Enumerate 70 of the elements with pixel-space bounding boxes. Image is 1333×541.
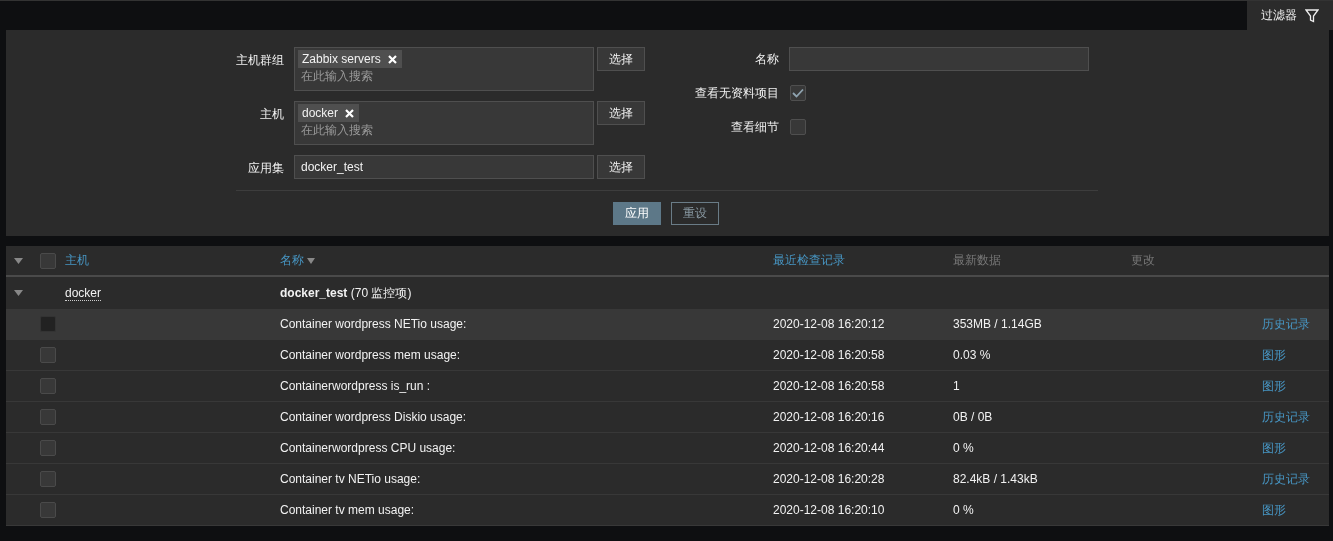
latest-value: 353MB / 1.14GB <box>953 317 1042 331</box>
multiselect-field[interactable]: Zabbix servers 在此输入搜索 <box>294 47 594 91</box>
filter-tab[interactable]: 过滤器 <box>1247 1 1333 30</box>
last-check-time: 2020-12-08 16:20:44 <box>773 441 885 455</box>
column-header: 最新数据 <box>953 252 1001 269</box>
latest-value: 0 % <box>953 503 974 517</box>
name-field[interactable] <box>789 47 1089 71</box>
latest-value: 1 <box>953 379 960 393</box>
field-label: 查看细节 <box>730 118 780 136</box>
field-label: 主机群组 <box>235 52 285 69</box>
column-header: 更改 <box>1131 252 1155 269</box>
item-name: Containerwordpress is_run : <box>280 379 431 393</box>
last-check-time: 2020-12-08 16:20:12 <box>773 317 885 331</box>
history-link[interactable]: 历史记录 <box>1262 470 1310 488</box>
select-button[interactable]: 选择 <box>597 155 645 179</box>
latest-value: 0B / 0B <box>953 410 993 424</box>
search-field[interactable]: 在此输入搜索 <box>298 122 590 138</box>
row-checkbox[interactable] <box>40 347 56 363</box>
history-link[interactable]: 图形 <box>1262 439 1286 457</box>
field-label: 主机 <box>259 106 285 123</box>
column-header[interactable]: 主机 <box>65 252 89 269</box>
search-field[interactable]: 在此输入搜索 <box>298 68 590 84</box>
host-link[interactable]: docker <box>65 285 102 301</box>
last-check-time: 2020-12-08 16:20:16 <box>773 410 885 424</box>
text-field[interactable]: docker_test <box>294 155 594 179</box>
select-button[interactable]: 选择 <box>597 47 645 71</box>
item-name: Container tv mem usage: <box>280 503 415 517</box>
history-link[interactable]: 历史记录 <box>1262 315 1310 333</box>
remove-icon[interactable] <box>345 108 355 118</box>
field-label: 名称 <box>754 50 780 68</box>
latest-value: 0 % <box>953 441 974 455</box>
application-title: docker_test (70 监控项) <box>280 284 412 302</box>
collapse-icon[interactable] <box>14 290 23 296</box>
history-link[interactable]: 图形 <box>1262 501 1286 519</box>
select-all-checkbox[interactable] <box>40 252 56 269</box>
last-check-time: 2020-12-08 16:20:58 <box>773 348 885 362</box>
latest-value: 0.03 % <box>953 348 991 362</box>
reset-button[interactable]: 重设 <box>671 202 719 225</box>
row-checkbox[interactable] <box>40 378 56 394</box>
history-link[interactable]: 图形 <box>1262 346 1286 364</box>
row-checkbox[interactable] <box>40 471 56 487</box>
column-header[interactable]: 名称 <box>280 252 315 269</box>
select-button[interactable]: 选择 <box>597 101 645 125</box>
checkbox[interactable] <box>790 85 806 101</box>
field-label: 查看无资料项目 <box>694 84 780 102</box>
column-header[interactable]: 最近检查记录 <box>773 252 845 269</box>
remove-icon[interactable] <box>387 54 397 64</box>
item-name: Containerwordpress CPU usage: <box>280 441 456 455</box>
filter-icon <box>1305 8 1319 23</box>
last-check-time: 2020-12-08 16:20:10 <box>773 503 885 517</box>
item-name: Container wordpress Diskio usage: <box>280 410 467 424</box>
apply-button[interactable]: 应用 <box>613 202 661 225</box>
last-check-time: 2020-12-08 16:20:28 <box>773 472 885 486</box>
last-check-time: 2020-12-08 16:20:58 <box>773 379 885 393</box>
tag-label: Zabbix servers <box>302 52 381 66</box>
item-name: Container wordpress NETio usage: <box>280 317 467 331</box>
row-checkbox[interactable] <box>40 409 56 425</box>
tag-label: docker <box>302 106 339 120</box>
item-name: Container tv NETio usage: <box>280 472 421 486</box>
item-name: Container wordpress mem usage: <box>280 348 461 362</box>
history-link[interactable]: 历史记录 <box>1262 408 1310 426</box>
history-link[interactable]: 图形 <box>1262 377 1286 395</box>
sort-down-icon <box>307 258 315 264</box>
field-label: 应用集 <box>247 160 285 177</box>
row-checkbox[interactable] <box>40 502 56 518</box>
latest-value: 82.4kB / 1.43kB <box>953 472 1038 486</box>
multiselect-field[interactable]: docker 在此输入搜索 <box>294 101 594 145</box>
collapse-all-icon[interactable] <box>14 257 23 264</box>
row-checkbox[interactable] <box>40 440 56 456</box>
checkbox[interactable] <box>790 119 806 135</box>
